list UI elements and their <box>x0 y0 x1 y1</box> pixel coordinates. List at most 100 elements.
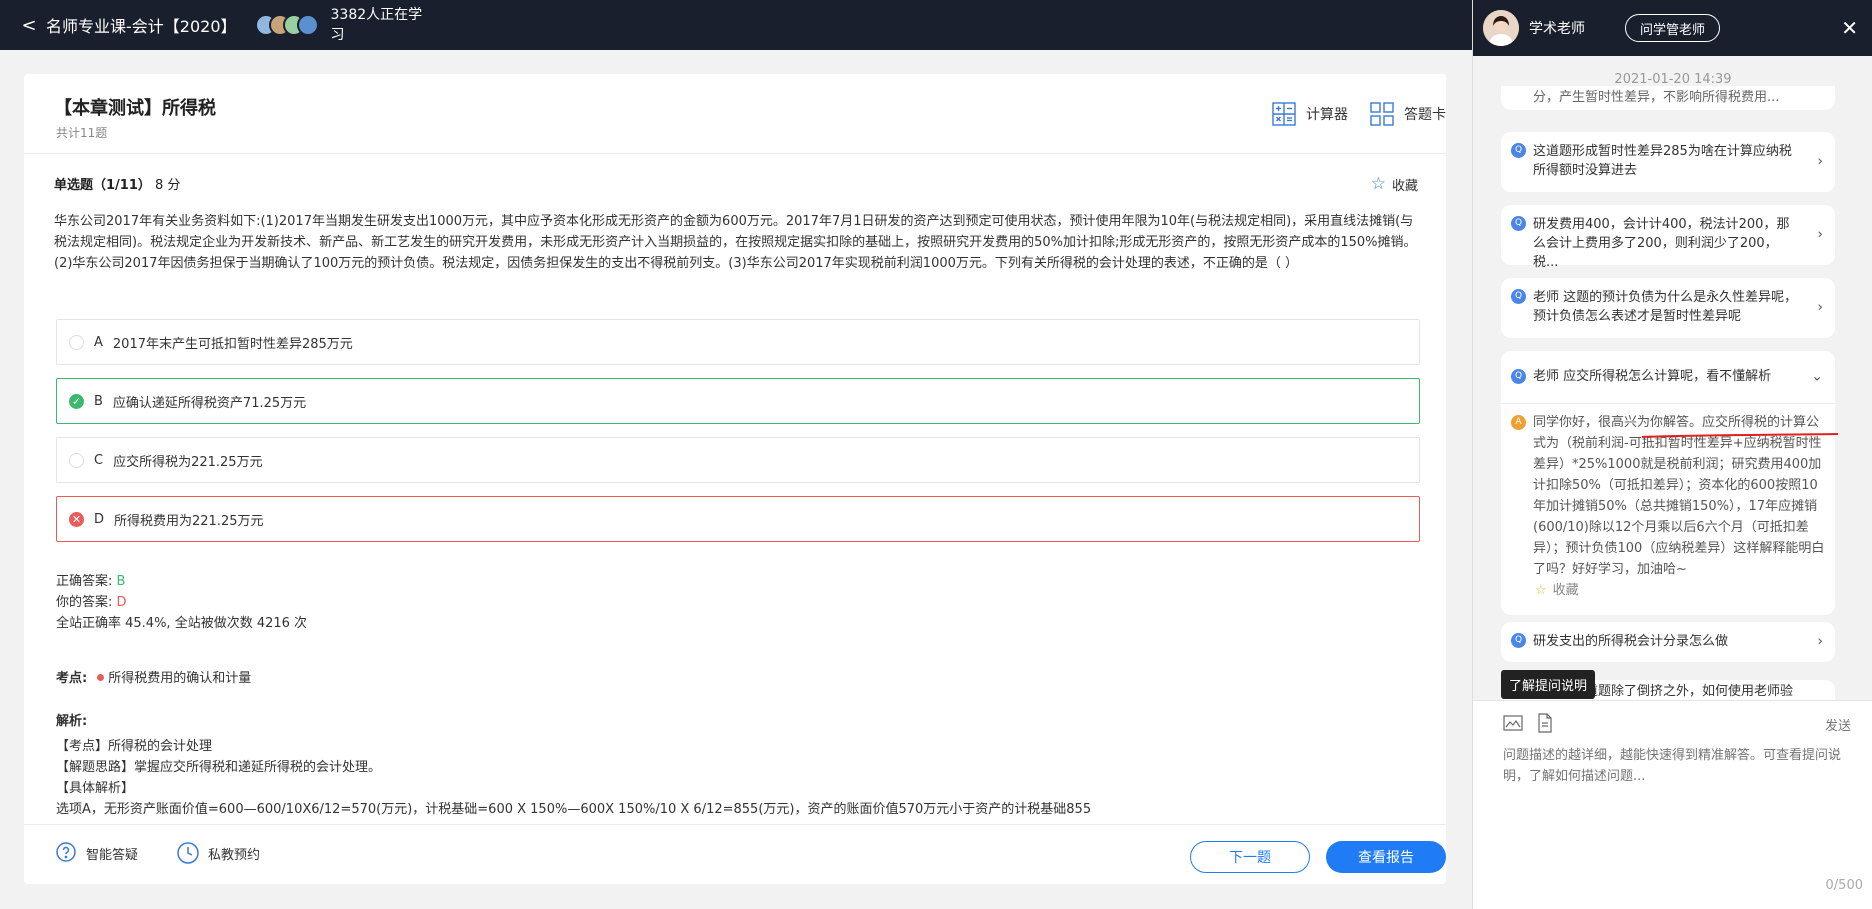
question-badge-icon: Q <box>1511 369 1526 384</box>
option-letter: C <box>94 452 104 468</box>
question-text: 分，产生暂时性差异，不影响所得税费用... <box>1533 90 1780 105</box>
back-icon[interactable]: < <box>14 0 44 50</box>
analysis-line: 选项A，无形资产账面价值=600—600/10X6/12=570(万元)，计税基… <box>56 802 1092 817</box>
question-bubble-icon <box>56 842 76 862</box>
analysis-line: 【考点】所得税的会计处理 <box>56 739 213 754</box>
panel-header: 学术老师 问学管老师 ✕ <box>1473 0 1872 56</box>
question-badge-icon: Q <box>1511 143 1526 158</box>
answer-stats: 全站正确率 45.4%, 全站被做次数 4216 次 <box>56 616 308 631</box>
option-text: 所得税费用为221.25万元 <box>114 513 264 529</box>
list-item[interactable]: Q 老师 这题的预计负债为什么是永久性差异呢，预计负债怎么表述才是暂时性差异呢 … <box>1501 278 1835 338</box>
analysis-line: 【具体解析】 <box>56 781 135 796</box>
your-answer-label: 你的答案: <box>56 595 113 610</box>
cross-icon: ✕ <box>69 511 84 527</box>
calculator-icon <box>1272 102 1296 126</box>
teacher-avatar-icon <box>1483 10 1519 46</box>
option-c[interactable]: C 应交所得税为221.25万元 <box>56 437 1420 483</box>
private-booking-label: 私教预约 <box>208 847 261 863</box>
answer-card-icon <box>1370 102 1394 126</box>
chevron-down-icon: ⌄ <box>1811 368 1823 385</box>
course-title: 名师专业课-会计【2020】 <box>46 17 237 36</box>
option-a[interactable]: A 2017年末产生可抵扣暂时性差异285万元 <box>56 319 1420 365</box>
analysis-line: 【解题思路】掌握应交所得税和递延所得税的会计处理。 <box>56 760 382 775</box>
correct-answer: 正确答案: B <box>56 571 307 592</box>
character-counter: 0/500 <box>1825 878 1863 893</box>
test-title: 【本章测试】所得税 <box>54 98 216 119</box>
ask-manager-button[interactable]: 问学管老师 <box>1625 14 1721 42</box>
question-text: 老师 这题的预计负债为什么是永久性差异呢，预计负债怎么表述才是暂时性差异呢 <box>1533 290 1798 324</box>
question-text: 研发费用400，会计计400，税法计200，那么会计上费用多了200，则利润少了… <box>1533 217 1790 270</box>
topic-value: 所得税费用的确认和计量 <box>108 671 252 686</box>
teacher-name: 学术老师 <box>1529 21 1585 37</box>
card-header: 【本章测试】所得税 共计11题 计算器 答题卡 <box>24 74 1446 154</box>
input-toolbar <box>1503 713 1567 733</box>
answer-text: 同学你好，很高兴为你解答。应交所得税的计算公式为（税前利润-可抵扣暂时性差异+应… <box>1533 415 1825 577</box>
question-type-label: 单选题（1/11） <box>54 178 151 193</box>
list-item[interactable]: Q 研发支出的所得税会计分录怎么做 › <box>1501 622 1835 662</box>
answer-card-button[interactable]: 答题卡 <box>1370 102 1446 126</box>
question-badge-icon: Q <box>1511 216 1526 231</box>
option-letter: B <box>94 393 103 409</box>
favorite-button[interactable]: ☆ 收藏 <box>1371 174 1418 194</box>
footer-bar: 智能答疑 私教预约 下一题 查看报告 <box>24 824 1446 884</box>
analysis-heading: 解析: <box>56 714 88 729</box>
option-letter: D <box>94 511 105 527</box>
chevron-right-icon: › <box>1817 633 1823 650</box>
option-b[interactable]: ✓ B 应确认递延所得税资产71.25万元 <box>56 378 1420 424</box>
document-help-icon[interactable] <box>1535 713 1555 733</box>
learner-avatars <box>254 14 319 36</box>
question-card: 【本章测试】所得税 共计11题 计算器 答题卡 单选题（1/11） 8 分 ☆ … <box>24 74 1446 884</box>
option-text: 应确认递延所得税资产71.25万元 <box>112 395 307 411</box>
list-item[interactable]: Q 这道题形成暂时性差异285为啥在计算应纳税所得额时没算进去 › <box>1501 132 1835 192</box>
calculator-button[interactable]: 计算器 <box>1272 102 1348 126</box>
option-text: 2017年末产生可抵扣暂时性差异285万元 <box>112 336 353 352</box>
question-badge-icon: Q <box>1511 289 1526 304</box>
option-d[interactable]: ✕ D 所得税费用为221.25万元 <box>56 496 1420 542</box>
list-item-expanded[interactable]: Q 老师 应交所得税怎么计算呢，看不懂解析 ⌄ <box>1501 351 1835 403</box>
topic: 考点: 所得税费用的确认和计量 <box>56 667 251 686</box>
question-body: 单选题（1/11） 8 分 ☆ 收藏 华东公司2017年有关业务资料如下:(1)… <box>54 174 1418 274</box>
correct-answer-value: B <box>116 574 126 589</box>
chevron-right-icon: › <box>1817 299 1823 316</box>
answer-favorite-label: 收藏 <box>1552 583 1579 598</box>
view-report-button[interactable]: 查看报告 <box>1326 841 1446 873</box>
question-type: 单选题（1/11） 8 分 <box>54 174 1418 193</box>
dot-icon <box>97 674 105 681</box>
analysis-text: 【考点】所得税的会计处理 【解题思路】掌握应交所得税和递延所得税的会计处理。 【… <box>56 736 1416 820</box>
image-upload-icon[interactable] <box>1503 713 1523 733</box>
option-text: 应交所得税为221.25万元 <box>113 454 263 470</box>
question-help-tooltip: 了解提问说明 <box>1501 670 1596 699</box>
learning-count: 3382人正在学习 <box>330 7 423 43</box>
qa-panel: 学术老师 问学管老师 ✕ 2021-01-20 14:39 分，产生暂时性差异，… <box>1472 0 1872 909</box>
send-button[interactable]: 发送 <box>1825 715 1851 734</box>
question-text: 这道题形成暂时性差异285为啥在计算应纳税所得额时没算进去 <box>1533 144 1792 178</box>
answer-badge-icon: A <box>1511 415 1526 430</box>
radio-icon <box>69 452 84 468</box>
list-item[interactable]: 分，产生暂时性差异，不影响所得税费用... <box>1501 86 1835 110</box>
question-input[interactable] <box>1503 745 1863 865</box>
chevron-right-icon: › <box>1817 153 1823 170</box>
avatar <box>296 14 319 36</box>
check-icon: ✓ <box>69 393 84 409</box>
answer-card-label: 答题卡 <box>1404 107 1446 123</box>
favorite-label: 收藏 <box>1391 178 1418 194</box>
question-text: 研发支出的所得税会计分录怎么做 <box>1533 634 1729 649</box>
close-icon[interactable]: ✕ <box>1841 16 1858 40</box>
radio-icon <box>69 334 84 350</box>
clock-icon <box>177 842 199 864</box>
smart-qa-button[interactable]: 智能答疑 <box>54 841 138 865</box>
correct-answer-label: 正确答案: <box>56 574 113 589</box>
your-answer-value: D <box>116 595 127 610</box>
answer-favorite-button[interactable]: ☆ 收藏 <box>1535 580 1829 601</box>
list-item[interactable]: Q 研发费用400，会计计400，税法计200，那么会计上费用多了200，则利润… <box>1501 205 1835 270</box>
teacher-avatar <box>1483 10 1519 46</box>
question-text: 华东公司2017年有关业务资料如下:(1)2017年当期发生研发支出1000万元… <box>54 214 1417 271</box>
next-question-button[interactable]: 下一题 <box>1190 841 1310 873</box>
teacher-answer: A 同学你好，很高兴为你解答。应交所得税的计算公式为（税前利润-可抵扣暂时性差异… <box>1501 403 1835 615</box>
topic-label: 考点: <box>56 671 88 686</box>
question-input-area: 发送 0/500 <box>1473 700 1872 909</box>
question-score: 8 分 <box>155 178 181 193</box>
star-icon: ☆ <box>1535 583 1547 598</box>
chat-timestamp: 2021-01-20 14:39 <box>1614 72 1732 87</box>
private-booking-button[interactable]: 私教预约 <box>176 841 260 865</box>
